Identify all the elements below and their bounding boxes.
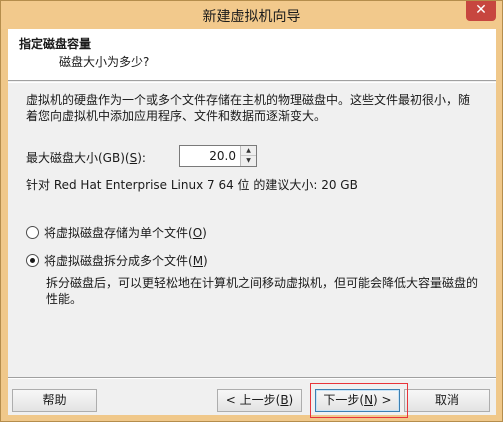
- page-title: 指定磁盘容量: [19, 37, 92, 51]
- chevron-down-icon[interactable]: ▼: [241, 156, 256, 166]
- radio-circle-checked[interactable]: [26, 253, 39, 267]
- disk-size-label: 最大磁盘大小(GB)(S):: [26, 151, 146, 165]
- wizard-body: 指定磁盘容量 磁盘大小为多少? 虚拟机的硬盘作为一个或多个文件存储在主机的物理磁…: [8, 29, 496, 418]
- next-button-highlight: [310, 383, 408, 418]
- header-divider: [8, 82, 496, 83]
- disk-size-input[interactable]: 20.0: [180, 149, 238, 163]
- close-icon[interactable]: ✕: [466, 1, 496, 21]
- radio-single-file-label[interactable]: 将虚拟磁盘存储为单个文件(O): [44, 224, 207, 241]
- cancel-button[interactable]: 取消: [404, 389, 490, 412]
- radio-circle[interactable]: [26, 225, 39, 239]
- help-button[interactable]: 帮助: [12, 389, 97, 412]
- wizard-window: 新建虚拟机向导 ✕ 指定磁盘容量 磁盘大小为多少? 虚拟机的硬盘作为一个或多个文…: [0, 0, 503, 422]
- disk-size-stepper[interactable]: 20.0 ▲ ▼: [179, 145, 257, 167]
- footer-divider-highlight: [8, 378, 496, 379]
- wizard-header: 指定磁盘容量 磁盘大小为多少?: [8, 29, 496, 81]
- split-note: 拆分磁盘后，可以更轻松地在计算机之间移动虚拟机，但可能会降低大容量磁盘的性能。: [46, 276, 479, 306]
- recommended-size: 针对 Red Hat Enterprise Linux 7 64 位 的建议大小…: [26, 178, 358, 192]
- page-subtitle: 磁盘大小为多少?: [59, 55, 150, 69]
- disk-description: 虚拟机的硬盘作为一个或多个文件存储在主机的物理磁盘中。这些文件最初很小，随着您向…: [26, 93, 471, 123]
- radio-single-file[interactable]: 将虚拟磁盘存储为单个文件(O): [26, 224, 207, 240]
- title-bar[interactable]: 新建虚拟机向导 ✕: [1, 1, 502, 29]
- window-title: 新建虚拟机向导: [202, 9, 301, 25]
- back-button[interactable]: < 上一步(B): [217, 389, 302, 412]
- radio-split-files[interactable]: 将虚拟磁盘拆分成多个文件(M): [26, 252, 208, 268]
- chevron-up-icon[interactable]: ▲: [241, 146, 256, 156]
- stepper-arrows: ▲ ▼: [240, 146, 256, 166]
- radio-split-files-label[interactable]: 将虚拟磁盘拆分成多个文件(M): [44, 252, 208, 269]
